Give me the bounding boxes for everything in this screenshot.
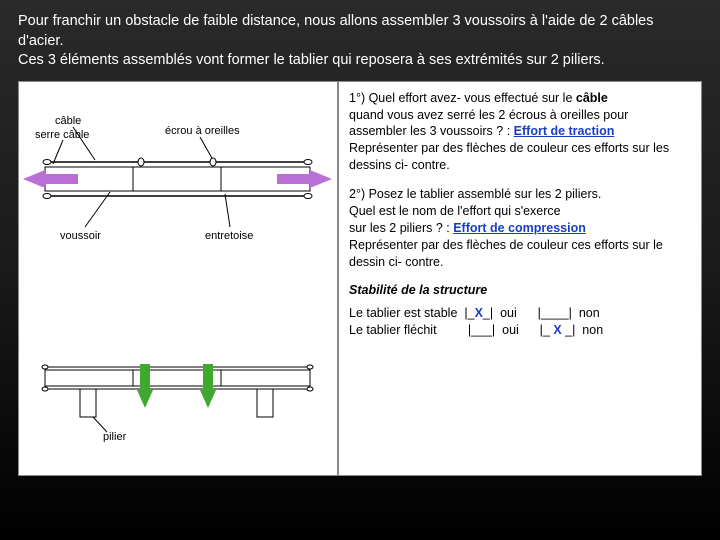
- q2-line1: 2°) Posez le tablier assemblé sur les 2 …: [349, 187, 601, 201]
- stab-row2-non: non: [582, 323, 603, 337]
- label-pilier: pilier: [103, 431, 127, 442]
- q1-prefix: 1°) Quel effort avez- vous effectué sur …: [349, 91, 576, 105]
- q1-cable: câble: [576, 91, 608, 105]
- stab-row1-oui: oui: [500, 306, 517, 320]
- right-panel: 1°) Quel effort avez- vous effectué sur …: [338, 81, 702, 476]
- label-ecrou: écrou à oreilles: [165, 125, 240, 137]
- compression-arrow-2-head: [200, 390, 216, 408]
- compression-arrow-1-head: [137, 390, 153, 408]
- stab-row2-label: Le tablier fléchit: [349, 323, 437, 337]
- content-area: câble serre câble écrou à oreilles: [18, 81, 702, 476]
- q2-line2: Quel est le nom de l'effort qui s'exerce: [349, 204, 561, 218]
- stab-row1-x: X: [475, 306, 483, 320]
- stab-row1-label: Le tablier est stable: [349, 306, 457, 320]
- diagram-1: câble serre câble écrou à oreilles: [25, 112, 331, 242]
- intro-text: Pour franchir un obstacle de faible dist…: [18, 12, 702, 71]
- diagram-2: pilier: [25, 362, 331, 442]
- stab-row2-x: X: [553, 323, 561, 337]
- question-2: 2°) Posez le tablier assemblé sur les 2 …: [349, 186, 691, 270]
- q2-line4: Représenter par des flèches de couleur c…: [349, 238, 663, 269]
- left-panel: câble serre câble écrou à oreilles: [18, 81, 338, 476]
- question-1: 1°) Quel effort avez- vous effectué sur …: [349, 90, 691, 174]
- label-entretoise: entretoise: [205, 230, 253, 242]
- stability-row1: Le tablier est stable |_X_| oui |____| n…: [349, 305, 691, 322]
- q1-line3a: assembler les 3 voussoirs ? :: [349, 124, 514, 138]
- stability-row2: Le tablier fléchit |___| oui |_ X _| non: [349, 322, 691, 339]
- traction-arrow-right-head: [310, 170, 332, 188]
- traction-arrow-left-stem: [43, 174, 78, 184]
- intro-line1: Pour franchir un obstacle de faible dist…: [18, 13, 654, 49]
- q1-line2: quand vous avez serré les 2 écrous à ore…: [349, 108, 628, 122]
- compression-arrow-2-stem: [203, 364, 213, 392]
- q2-answer: Effort de compression: [453, 221, 586, 235]
- q2-line3a: sur les 2 piliers ? :: [349, 221, 453, 235]
- traction-arrow-right-stem: [277, 174, 312, 184]
- stab-row1-non: non: [579, 306, 600, 320]
- q1-answer: Effort de traction: [514, 124, 615, 138]
- traction-arrow-left-head: [23, 170, 45, 188]
- q1-line4: Représenter par des flèches de couleur c…: [349, 141, 669, 172]
- stab-row2-oui: oui: [502, 323, 519, 337]
- compression-arrow-1-stem: [140, 364, 150, 392]
- stability-block: Stabilité de la structure Le tablier est…: [349, 282, 691, 339]
- diagram-2-svg: pilier: [25, 362, 330, 442]
- stability-title: Stabilité de la structure: [349, 282, 691, 299]
- label-cable: câble: [55, 115, 81, 127]
- intro-line2: Ces 3 éléments assemblés vont former le …: [18, 52, 605, 68]
- label-voussoir: voussoir: [60, 230, 101, 242]
